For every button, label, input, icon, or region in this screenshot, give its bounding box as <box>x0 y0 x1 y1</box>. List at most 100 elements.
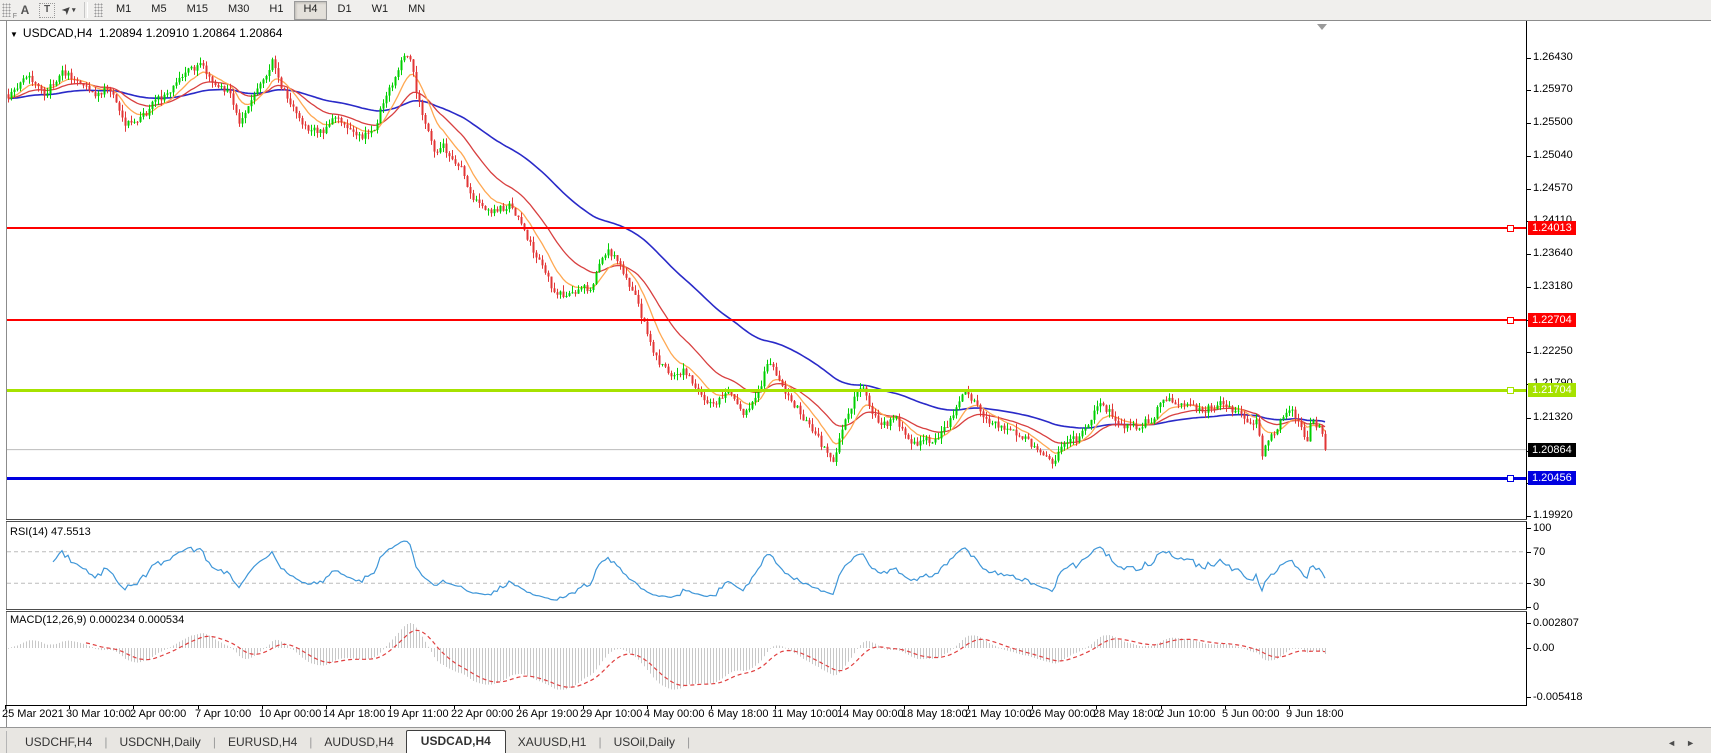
price-tick-label: 1.23640 <box>1533 247 1573 259</box>
date-label: 2 Apr 00:00 <box>130 708 186 720</box>
date-label: 4 May 00:00 <box>644 708 705 720</box>
timeframe-button-m1[interactable]: M1 <box>107 1 140 20</box>
price-tick <box>1527 516 1531 517</box>
rsi-tick <box>1527 607 1531 608</box>
symbol-tab-xauusd[interactable]: XAUUSD,H1 <box>506 732 599 753</box>
date-label: 5 Jun 00:00 <box>1222 708 1280 720</box>
price-tick <box>1527 418 1531 419</box>
symbol-tab-usoil[interactable]: USOil,Daily <box>602 732 687 753</box>
date-label: 18 May 18:00 <box>901 708 968 720</box>
symbol-tab-usdcad[interactable]: USDCAD,H4 <box>406 730 506 753</box>
price-tick <box>1527 352 1531 353</box>
timeframe-button-m15[interactable]: M15 <box>178 1 217 20</box>
label-a-icon[interactable]: A <box>15 2 35 18</box>
level-price-tag: 1.22704 <box>1528 313 1576 327</box>
date-label: 2 Jun 10:00 <box>1158 708 1216 720</box>
date-label: 11 May 10:00 <box>772 708 838 720</box>
price-tick <box>1527 156 1531 157</box>
price-tick-label: 1.19920 <box>1533 509 1573 521</box>
price-tick <box>1527 189 1531 190</box>
price-tick <box>1527 58 1531 59</box>
macd-label: MACD(12,26,9) 0.000234 0.000534 <box>10 614 184 626</box>
date-label: 6 May 18:00 <box>708 708 769 720</box>
horizontal-level-line[interactable] <box>7 477 1526 480</box>
rsi-tick <box>1527 528 1531 529</box>
tab-separator: | <box>687 732 690 753</box>
chart-shift-marker-icon[interactable] <box>1317 24 1327 30</box>
price-tick <box>1527 90 1531 91</box>
price-tick-label: 1.24570 <box>1533 182 1573 194</box>
price-tick-label: 1.22250 <box>1533 345 1573 357</box>
time-axis-line <box>6 705 1527 706</box>
line-handle[interactable] <box>1507 475 1514 482</box>
timeframe-button-m30[interactable]: M30 <box>219 1 258 20</box>
date-label: 14 Apr 18:00 <box>323 708 385 720</box>
price-tick <box>1527 287 1531 288</box>
toolbar-grip-icon[interactable] <box>2 3 11 17</box>
macd-tick-label: 0.00 <box>1533 642 1554 654</box>
rsi-tick-label: 70 <box>1533 546 1545 558</box>
chart-frame-top-border <box>0 20 1711 21</box>
date-label: 7 Apr 10:00 <box>195 708 251 720</box>
price-tick-label: 1.21320 <box>1533 411 1573 423</box>
line-handle[interactable] <box>1507 225 1514 232</box>
level-price-tag: 1.24013 <box>1528 221 1576 235</box>
symbol-tab-audusd[interactable]: AUDUSD,H4 <box>312 732 405 753</box>
date-label: 25 Mar 2021 <box>2 708 64 720</box>
horizontal-level-line[interactable] <box>7 389 1526 392</box>
toolbar-grip-icon[interactable] <box>94 3 103 17</box>
rsi-tick-label: 30 <box>1533 577 1545 589</box>
rsi-tick-label: 0 <box>1533 601 1539 613</box>
symbol-tab-eurusd[interactable]: EURUSD,H4 <box>216 732 309 753</box>
toolbar-separator <box>84 2 88 18</box>
date-label: 30 Mar 10:00 <box>66 708 131 720</box>
line-handle[interactable] <box>1507 387 1514 394</box>
arrows-tool-icon[interactable]: ➤▾ <box>59 2 79 18</box>
date-label: 26 Apr 19:00 <box>516 708 578 720</box>
text-tool-icon[interactable]: T <box>37 2 57 18</box>
timeframe-button-h4[interactable]: H4 <box>294 1 326 20</box>
timeframe-button-mn[interactable]: MN <box>399 1 434 20</box>
chart-title: ▼USDCAD,H4 1.20894 1.20910 1.20864 1.208… <box>10 26 282 40</box>
date-label: 9 Jun 18:00 <box>1286 708 1344 720</box>
price-tick <box>1527 254 1531 255</box>
rsi-tick <box>1527 583 1531 584</box>
date-label: 28 May 18:00 <box>1093 708 1160 720</box>
price-tick-label: 1.25040 <box>1533 149 1573 161</box>
price-tick-label: 1.23180 <box>1533 280 1573 292</box>
macd-tick-label: -0.005418 <box>1533 691 1583 703</box>
tabbar-grip[interactable] <box>0 731 7 753</box>
price-tick-label: 1.26430 <box>1533 51 1573 63</box>
date-label: 10 Apr 00:00 <box>259 708 321 720</box>
timeframe-button-w1[interactable]: W1 <box>363 1 398 20</box>
level-price-tag: 1.20456 <box>1528 471 1576 485</box>
line-handle[interactable] <box>1507 317 1514 324</box>
rsi-label: RSI(14) 47.5513 <box>10 526 91 538</box>
timeframe-button-h1[interactable]: H1 <box>260 1 292 20</box>
price-tick <box>1527 123 1531 124</box>
macd-tick <box>1527 623 1531 624</box>
top-toolbar: A T ➤▾ M1M5M15M30H1H4D1W1MN <box>0 0 1711 21</box>
horizontal-level-line[interactable] <box>7 319 1526 321</box>
macd-tick <box>1527 648 1531 649</box>
horizontal-level-line[interactable] <box>7 227 1526 229</box>
level-price-tag: 1.21704 <box>1528 383 1576 397</box>
symbol-tab-bar: USDCHF,H4|USDCNH,Daily|EURUSD,H4|AUDUSD,… <box>0 727 1711 753</box>
timeframe-bar: M1M5M15M30H1H4D1W1MN <box>106 1 435 20</box>
symbol-title: USDCAD,H4 <box>23 26 92 40</box>
date-label: 26 May 00:00 <box>1029 708 1096 720</box>
date-label: 22 Apr 00:00 <box>451 708 513 720</box>
timeframe-button-d1[interactable]: D1 <box>329 1 361 20</box>
tab-scroll-arrows[interactable]: ◄► <box>1667 738 1705 748</box>
macd-panel-canvas[interactable] <box>7 612 1526 705</box>
rsi-panel-canvas[interactable] <box>7 523 1526 608</box>
macd-tick-label: 0.002807 <box>1533 617 1579 629</box>
symbol-tab-usdcnh[interactable]: USDCNH,Daily <box>107 732 212 753</box>
macd-tick <box>1527 697 1531 698</box>
timeframe-button-m5[interactable]: M5 <box>142 1 175 20</box>
main-chart-canvas[interactable] <box>7 22 1526 519</box>
collapse-caret-icon[interactable]: ▼ <box>10 30 18 39</box>
date-label: 14 May 00:00 <box>837 708 904 720</box>
panel-separator[interactable] <box>6 519 1527 522</box>
symbol-tab-usdchf[interactable]: USDCHF,H4 <box>13 732 104 753</box>
